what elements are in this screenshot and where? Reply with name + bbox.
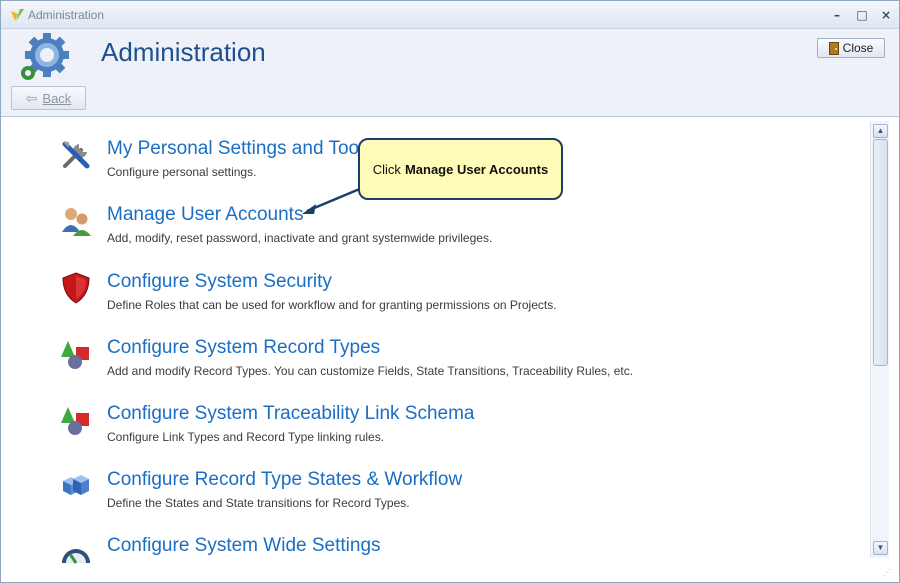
menu-item-traceability-link-schema[interactable]: Configure System Traceability Link Schem… [57,403,837,453]
item-description: Add and modify Record Types. You can cus… [107,364,634,378]
close-button-label: Close [842,41,874,55]
back-arrow-icon: ⇦ [25,89,38,106]
shield-icon [62,272,90,304]
shapes-icon [61,341,89,369]
callout-prefix: Click [372,161,401,177]
back-button[interactable]: ⇦ Back [11,86,86,110]
menu-item-system-wide-settings[interactable]: Configure System Wide Settings [57,535,837,582]
menu-item-manage-user-accounts[interactable]: Manage User Accounts Add, modify, reset … [57,204,837,254]
item-title[interactable]: Configure System Traceability Link Schem… [107,403,475,425]
item-title[interactable]: Configure Record Type States & Workflow [107,469,462,491]
page-title: Administration [101,37,266,67]
item-title[interactable]: Configure System Security [107,271,332,293]
maximize-button[interactable]: □ [852,6,872,24]
back-button-label: Back [42,90,72,106]
gear-icon [21,33,69,80]
header-panel: Administration Close ⇦ Back [1,29,899,117]
item-title[interactable]: Manage User Accounts [107,204,303,226]
users-icon [62,208,91,236]
item-description: Configure personal settings. [107,165,257,179]
cubes-icon [63,475,89,495]
gauge-icon [62,549,90,564]
vertical-scrollbar[interactable]: ▲ ▼ [870,121,889,558]
app-logo-icon [11,9,24,21]
callout-emphasis: Manage User Accounts [404,161,549,177]
close-button[interactable]: Close [817,38,885,58]
scroll-down-button[interactable]: ▼ [873,541,888,555]
item-description: Define Roles that can be used for workfl… [107,298,557,312]
instruction-callout: Click Manage User Accounts [358,138,563,200]
minimize-button[interactable]: – [827,6,847,24]
title-bar: Administration – □ × [1,1,899,29]
item-description: Define the States and State transitions … [107,496,410,510]
tools-icon [62,141,90,169]
shapes-icon [61,407,89,435]
item-title[interactable]: My Personal Settings and Too [107,138,359,160]
administration-window: Administration – □ × Administration Clos… [0,0,900,583]
item-description: Configure Link Types and Record Type lin… [107,430,385,444]
item-title[interactable]: Configure System Record Types [107,337,380,359]
close-window-button[interactable]: × [876,6,896,24]
door-icon [828,41,839,55]
item-title[interactable]: Configure System Wide Settings [107,535,381,557]
item-description: Add, modify, reset password, inactivate … [107,231,493,245]
menu-item-states-workflow[interactable]: Configure Record Type States & Workflow … [57,469,837,519]
scroll-thumb[interactable] [873,139,888,366]
resize-grip-icon[interactable]: ⋰ [883,568,893,578]
scroll-up-button[interactable]: ▲ [873,124,888,138]
menu-item-system-security[interactable]: Configure System Security Define Roles t… [57,271,837,321]
menu-item-record-types[interactable]: Configure System Record Types Add and mo… [57,337,837,387]
window-title: Administration [28,8,105,22]
